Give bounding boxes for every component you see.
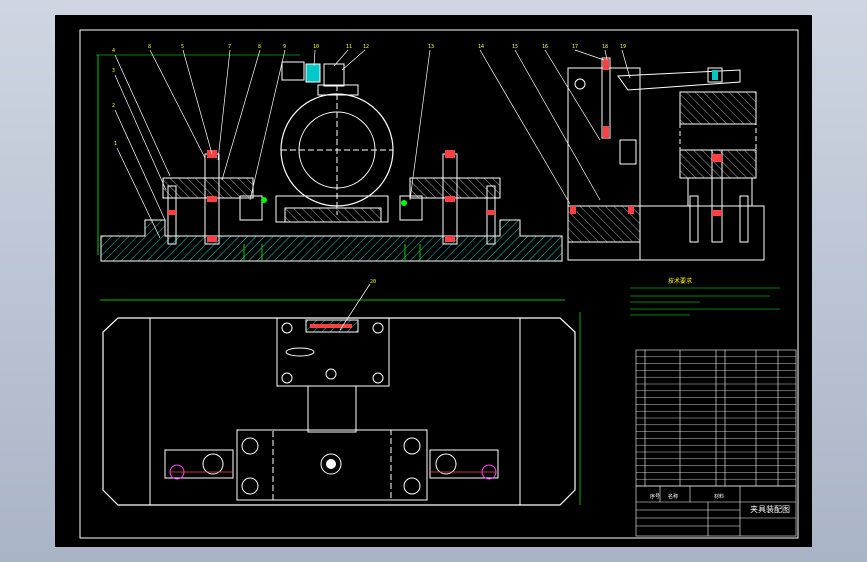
svg-text:19: 19 xyxy=(620,44,626,50)
bom-header-no: 序号 xyxy=(650,493,660,500)
svg-text:11: 11 xyxy=(346,44,352,50)
svg-text:1: 1 xyxy=(114,141,117,147)
drawing-name: 夹具装配图 xyxy=(750,504,790,514)
svg-text:8: 8 xyxy=(148,44,151,50)
svg-text:14: 14 xyxy=(478,44,484,50)
bom-header-name: 名称 xyxy=(668,493,678,500)
svg-text:9: 9 xyxy=(283,44,286,50)
tech-notes-heading: 技术要求 xyxy=(668,277,692,285)
svg-text:3: 3 xyxy=(112,68,115,74)
cad-drawing: 4 8 5 7 8 9 10 11 12 13 3 2 1 14 15 16 17 18 … xyxy=(79,29,799,539)
svg-text:2: 2 xyxy=(112,103,115,109)
svg-text:7: 7 xyxy=(228,44,231,50)
svg-text:18: 18 xyxy=(602,44,608,50)
svg-text:17: 17 xyxy=(572,44,578,50)
svg-text:15: 15 xyxy=(512,44,518,50)
svg-text:10: 10 xyxy=(313,44,319,50)
svg-text:13: 13 xyxy=(428,44,434,50)
svg-text:12: 12 xyxy=(363,44,369,50)
svg-text:20: 20 xyxy=(370,279,376,285)
bom-header-material: 材料 xyxy=(714,493,724,500)
svg-text:16: 16 xyxy=(542,44,548,50)
svg-text:4: 4 xyxy=(112,48,115,54)
tech-notes xyxy=(630,287,780,316)
svg-text:5: 5 xyxy=(181,44,184,50)
front-view: 4 8 5 7 8 9 10 11 12 13 3 2 1 xyxy=(96,44,563,262)
top-view: 20 xyxy=(100,279,581,506)
side-view: 14 15 16 17 18 19 xyxy=(478,44,765,261)
svg-text:8: 8 xyxy=(258,44,261,50)
